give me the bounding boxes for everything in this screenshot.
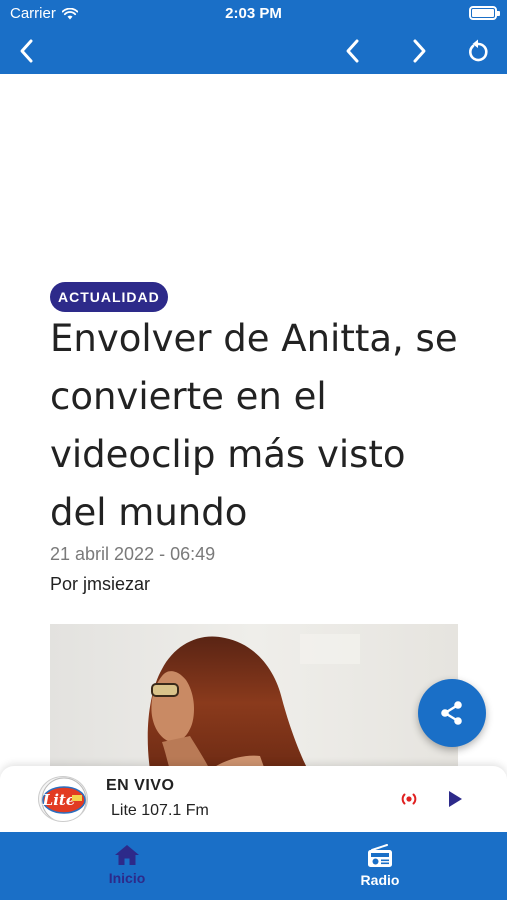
share-button[interactable]	[418, 679, 486, 747]
station-name: Lite 107.1 Fm	[111, 802, 209, 819]
tab-radio[interactable]: Radio	[330, 844, 430, 892]
chevron-right-icon	[413, 39, 426, 63]
play-button[interactable]	[442, 786, 468, 812]
reload-icon	[469, 39, 488, 62]
tab-inicio[interactable]: Inicio	[77, 844, 177, 892]
next-article-button[interactable]	[402, 34, 436, 68]
tab-label-inicio: Inicio	[108, 870, 146, 886]
back-button[interactable]	[10, 34, 44, 68]
live-broadcast-icon	[398, 788, 420, 810]
article-title: Envolver de Anitta, se convierte en el v…	[50, 317, 458, 534]
bottom-tab-bar: Inicio Radio	[0, 832, 507, 900]
article-image	[50, 624, 458, 770]
article-photo	[50, 624, 458, 770]
previous-article-button[interactable]	[336, 34, 370, 68]
app-header: Carrier 2:03 PM	[0, 0, 507, 74]
article-author: Por jmsiezar	[50, 574, 151, 594]
reload-button[interactable]	[461, 34, 495, 68]
category-badge[interactable]: ACTUALIDAD	[50, 282, 168, 312]
radio-icon	[368, 844, 392, 867]
tab-label-radio: Radio	[360, 872, 400, 888]
logo-text: Lite	[42, 791, 76, 809]
home-icon	[115, 845, 139, 865]
share-icon	[441, 701, 462, 725]
chevron-left-icon	[346, 39, 359, 63]
article-date: 21 abril 2022 - 06:49	[50, 544, 216, 564]
station-logo: Lite	[38, 776, 88, 822]
live-label: EN VIVO	[106, 777, 175, 794]
chevron-left-icon	[20, 39, 33, 63]
status-time: 2:03 PM	[225, 5, 282, 22]
battery-icon	[469, 6, 500, 20]
play-icon	[449, 791, 462, 807]
status-bar: Carrier 2:03 PM	[0, 0, 507, 28]
lite-logo-icon: Lite	[41, 777, 87, 821]
radio-player-bar[interactable]: Lite EN VIVO Lite 107.1 Fm	[0, 766, 507, 832]
